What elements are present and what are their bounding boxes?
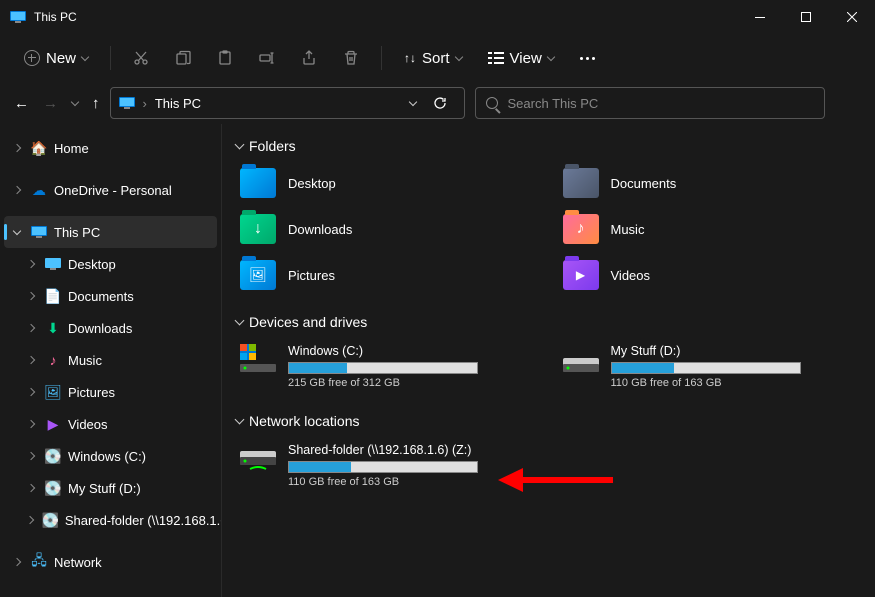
sidebar-item-thispc[interactable]: This PC bbox=[4, 216, 217, 248]
forward-button[interactable]: → bbox=[43, 95, 58, 112]
sidebar-item-windowsc[interactable]: 💽Windows (C:) bbox=[0, 440, 221, 472]
breadcrumb[interactable]: This PC bbox=[155, 96, 201, 111]
pictures-icon bbox=[240, 260, 276, 290]
search-icon bbox=[486, 97, 498, 109]
folder-documents[interactable]: Documents bbox=[559, 164, 862, 202]
drive-icon bbox=[563, 344, 599, 374]
back-button[interactable]: ← bbox=[14, 95, 29, 112]
section-drives-header[interactable]: Devices and drives bbox=[236, 314, 861, 330]
recent-button[interactable] bbox=[71, 97, 79, 105]
close-button[interactable] bbox=[829, 1, 875, 33]
folder-downloads[interactable]: Downloads bbox=[236, 210, 539, 248]
address-history-button[interactable] bbox=[408, 97, 416, 105]
sidebar-item-onedrive[interactable]: ☁OneDrive - Personal bbox=[0, 174, 221, 206]
documents-icon bbox=[563, 168, 599, 198]
sidebar: 🏠Home ☁OneDrive - Personal This PC Deskt… bbox=[0, 124, 222, 597]
folder-videos[interactable]: Videos bbox=[559, 256, 862, 294]
address-bar[interactable]: › This PC bbox=[110, 87, 465, 119]
sidebar-item-documents[interactable]: 📄Documents bbox=[0, 280, 221, 312]
content-area: Folders Desktop Documents Downloads Musi… bbox=[222, 124, 875, 597]
sidebar-item-music[interactable]: ♪Music bbox=[0, 344, 221, 376]
rename-button[interactable] bbox=[249, 40, 285, 76]
videos-icon bbox=[563, 260, 599, 290]
music-icon bbox=[563, 214, 599, 244]
this-pc-icon bbox=[10, 11, 26, 23]
drive-d[interactable]: My Stuff (D:)110 GB free of 163 GB bbox=[559, 340, 862, 393]
delete-button[interactable] bbox=[333, 40, 369, 76]
paste-button[interactable] bbox=[207, 40, 243, 76]
sidebar-item-downloads[interactable]: ⬇Downloads bbox=[0, 312, 221, 344]
toolbar: New ↑↓Sort View bbox=[0, 34, 875, 82]
sidebar-item-pictures[interactable]: 🖼Pictures bbox=[0, 376, 221, 408]
share-button[interactable] bbox=[291, 40, 327, 76]
section-folders-header[interactable]: Folders bbox=[236, 138, 861, 154]
more-button[interactable] bbox=[570, 40, 605, 76]
sidebar-item-shared[interactable]: 💽Shared-folder (\\192.168.1.6) (Z:) bbox=[0, 504, 221, 536]
nav-row: ← → ↑ › This PC bbox=[0, 82, 875, 124]
sidebar-item-network[interactable]: 🖧Network bbox=[0, 546, 221, 578]
window-title: This PC bbox=[34, 10, 77, 24]
maximize-button[interactable] bbox=[783, 1, 829, 33]
up-button[interactable]: ↑ bbox=[92, 95, 100, 112]
drive-icon bbox=[240, 344, 276, 374]
plus-icon bbox=[24, 50, 40, 66]
sidebar-item-videos[interactable]: ▶Videos bbox=[0, 408, 221, 440]
this-pc-icon bbox=[119, 97, 135, 109]
drive-c[interactable]: Windows (C:)215 GB free of 312 GB bbox=[236, 340, 539, 393]
sidebar-item-desktop[interactable]: Desktop bbox=[0, 248, 221, 280]
folder-pictures[interactable]: Pictures bbox=[236, 256, 539, 294]
network-drive-icon bbox=[240, 443, 276, 473]
drive-z[interactable]: Shared-folder (\\192.168.1.6) (Z:)110 GB… bbox=[236, 439, 539, 492]
view-button[interactable]: View bbox=[478, 40, 564, 76]
folder-music[interactable]: Music bbox=[559, 210, 862, 248]
cut-button[interactable] bbox=[123, 40, 159, 76]
sort-button[interactable]: ↑↓Sort bbox=[394, 40, 472, 76]
downloads-icon bbox=[240, 214, 276, 244]
search-input[interactable] bbox=[508, 96, 814, 111]
sidebar-item-mystuff[interactable]: 💽My Stuff (D:) bbox=[0, 472, 221, 504]
folder-desktop[interactable]: Desktop bbox=[236, 164, 539, 202]
minimize-button[interactable] bbox=[737, 1, 783, 33]
new-button[interactable]: New bbox=[14, 40, 98, 76]
sidebar-item-home[interactable]: 🏠Home bbox=[0, 132, 221, 164]
search-box[interactable] bbox=[475, 87, 825, 119]
copy-button[interactable] bbox=[165, 40, 201, 76]
refresh-button[interactable] bbox=[424, 96, 456, 110]
section-network-header[interactable]: Network locations bbox=[236, 413, 861, 429]
titlebar: This PC bbox=[0, 0, 875, 34]
desktop-icon bbox=[240, 168, 276, 198]
